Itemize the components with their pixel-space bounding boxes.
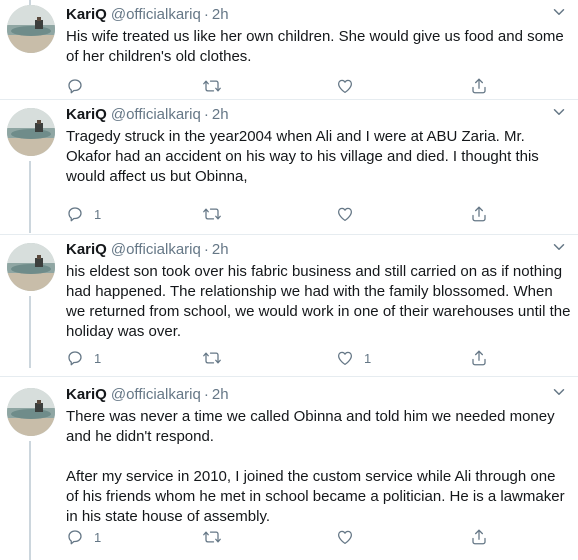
reply-count: 1: [94, 206, 102, 222]
like-icon: [336, 349, 354, 367]
tweet-timestamp[interactable]: 2h: [212, 106, 229, 123]
retweet-button[interactable]: [202, 76, 232, 96]
tweet[interactable]: KariQ @officialkariq · 2h his eldest son to…: [0, 240, 578, 368]
tweet-actions: 1: [66, 527, 506, 547]
like-button[interactable]: 1: [336, 348, 371, 368]
thread-connector-line: [29, 296, 31, 368]
tweet-text: There was never a time we called Obinna …: [66, 408, 565, 525]
author-name[interactable]: KariQ: [66, 241, 107, 258]
separator-dot: ·: [203, 6, 209, 23]
like-button[interactable]: [336, 76, 364, 96]
reply-count: 1: [94, 350, 102, 366]
tweet-header: KariQ @officialkariq · 2h: [66, 240, 572, 260]
share-button[interactable]: [470, 204, 488, 224]
reply-button[interactable]: 1: [66, 527, 101, 547]
tweet-content: KariQ @officialkariq · 2h There was never a…: [66, 385, 572, 545]
like-icon: [336, 528, 354, 546]
tweet-timestamp[interactable]: 2h: [212, 6, 229, 23]
share-icon: [470, 77, 488, 95]
share-icon: [470, 349, 488, 367]
retweet-button[interactable]: [202, 204, 232, 224]
thread-connector-line: [29, 0, 31, 5]
avatar[interactable]: [7, 243, 55, 291]
reply-button[interactable]: [66, 76, 94, 96]
share-icon: [470, 528, 488, 546]
tweet[interactable]: KariQ @officialkariq · 2h Tragedy struck in…: [0, 105, 578, 233]
chevron-down-icon[interactable]: [550, 3, 568, 21]
tweet-divider: [0, 376, 578, 377]
like-button[interactable]: [336, 527, 364, 547]
tweet-divider: [0, 234, 578, 235]
thread-connector-line: [29, 441, 31, 560]
share-button[interactable]: [470, 348, 488, 368]
avatar[interactable]: [7, 388, 55, 436]
tweet-actions: [66, 76, 506, 96]
author-name[interactable]: KariQ: [66, 106, 107, 123]
tweet-header: KariQ @officialkariq · 2h: [66, 105, 572, 125]
tweet-text: His wife treated us like her own childre…: [66, 28, 564, 65]
chevron-down-icon[interactable]: [550, 238, 568, 256]
tweet-content: KariQ @officialkariq · 2h His wife treated …: [66, 5, 572, 94]
tweet-text: his eldest son took over his fabric busi…: [66, 263, 571, 340]
tweet-actions: 1 1: [66, 348, 506, 368]
author-handle[interactable]: @officialkariq: [111, 241, 201, 258]
like-count: 1: [364, 350, 372, 366]
tweet-text: Tragedy struck in the year2004 when Ali …: [66, 128, 539, 185]
tweet-header: KariQ @officialkariq · 2h: [66, 5, 572, 25]
separator-dot: ·: [203, 241, 209, 258]
share-button[interactable]: [470, 76, 488, 96]
author-handle[interactable]: @officialkariq: [111, 106, 201, 123]
reply-icon: [66, 77, 84, 95]
tweet-divider: [0, 99, 578, 100]
retweet-button[interactable]: [202, 348, 232, 368]
tweet-timestamp[interactable]: 2h: [212, 241, 229, 258]
tweet-content: KariQ @officialkariq · 2h Tragedy struck in…: [66, 105, 572, 222]
like-button[interactable]: [336, 204, 364, 224]
reply-button[interactable]: 1: [66, 348, 101, 368]
tweet[interactable]: KariQ @officialkariq · 2h There was never a…: [0, 385, 578, 560]
retweet-icon: [202, 528, 222, 546]
thread-connector-line: [29, 161, 31, 233]
retweet-icon: [202, 205, 222, 223]
tweet-actions: 1: [66, 204, 506, 224]
separator-dot: ·: [203, 386, 209, 403]
reply-icon: [66, 205, 84, 223]
reply-count: 1: [94, 529, 102, 545]
share-button[interactable]: [470, 527, 488, 547]
tweet[interactable]: KariQ @officialkariq · 2h His wife treated …: [0, 0, 578, 97]
avatar[interactable]: [7, 5, 55, 53]
avatar[interactable]: [7, 108, 55, 156]
tweet-timestamp[interactable]: 2h: [212, 386, 229, 403]
like-icon: [336, 205, 354, 223]
author-handle[interactable]: @officialkariq: [111, 386, 201, 403]
tweet-content: KariQ @officialkariq · 2h his eldest son to…: [66, 240, 572, 366]
chevron-down-icon[interactable]: [550, 383, 568, 401]
reply-icon: [66, 528, 84, 546]
reply-button[interactable]: 1: [66, 204, 101, 224]
reply-icon: [66, 349, 84, 367]
retweet-icon: [202, 349, 222, 367]
separator-dot: ·: [203, 106, 209, 123]
tweet-thread: KariQ @officialkariq · 2h His wife treated …: [0, 0, 578, 560]
author-handle[interactable]: @officialkariq: [111, 6, 201, 23]
retweet-button[interactable]: [202, 527, 232, 547]
tweet-header: KariQ @officialkariq · 2h: [66, 385, 572, 405]
like-icon: [336, 77, 354, 95]
retweet-icon: [202, 77, 222, 95]
chevron-down-icon[interactable]: [550, 103, 568, 121]
share-icon: [470, 205, 488, 223]
author-name[interactable]: KariQ: [66, 386, 107, 403]
author-name[interactable]: KariQ: [66, 6, 107, 23]
